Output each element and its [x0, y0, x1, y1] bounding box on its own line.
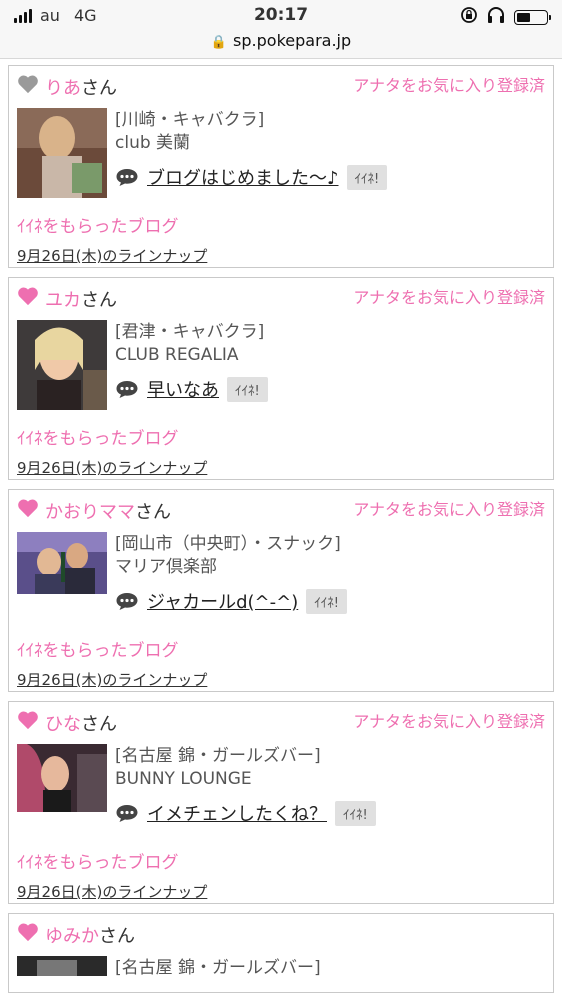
shop-name[interactable]: club 美蘭 — [115, 132, 545, 154]
girl-photo[interactable] — [17, 532, 107, 594]
blog-feed: りあさん アナタをお気に入り登録済 [川崎・キャバクラ] club 美蘭 ブログ… — [0, 59, 562, 1001]
favorite-status: アナタをお気に入り登録済 — [353, 288, 545, 307]
blog-title-link[interactable]: 早いなあ — [147, 376, 219, 402]
girl-photo[interactable] — [17, 320, 107, 410]
blog-title-link[interactable]: ジャカールd(^-^) — [147, 588, 298, 614]
lock-icon: 🔒 — [210, 35, 228, 50]
battery-icon — [514, 9, 551, 25]
heart-icon[interactable] — [17, 498, 39, 518]
girl-card: ゆみかさん [名古屋 錦・ガールズバー] — [8, 913, 554, 993]
rotation-lock-icon — [460, 6, 478, 28]
girl-card: かおりママさん アナタをお気に入り登録済 [岡山市（中央町）・スナック] マリア… — [8, 489, 554, 692]
girl-card: りあさん アナタをお気に入り登録済 [川崎・キャバクラ] club 美蘭 ブログ… — [8, 65, 554, 268]
heart-icon[interactable] — [17, 922, 39, 942]
liked-blog-link[interactable]: ｲｲﾈをもらったブログ — [17, 424, 545, 449]
liked-blog-link[interactable]: ｲｲﾈをもらったブログ — [17, 212, 545, 237]
girl-name[interactable]: ユカさん — [45, 286, 117, 312]
girl-name[interactable]: ゆみかさん — [45, 922, 135, 948]
blog-title-link[interactable]: ブログはじめました〜♪ — [147, 164, 339, 190]
liked-blog-link[interactable]: ｲｲﾈをもらったブログ — [17, 636, 545, 661]
lineup-link[interactable]: 9月26日(木)のラインナップ — [17, 881, 545, 902]
lineup-link[interactable]: 9月26日(木)のラインナップ — [17, 245, 545, 266]
shop-area: [名古屋 錦・ガールズバー] — [115, 746, 321, 766]
girl-name[interactable]: かおりママさん — [45, 498, 171, 524]
lineup-link[interactable]: 9月26日(木)のラインナップ — [17, 669, 545, 690]
favorite-status: アナタをお気に入り登録済 — [353, 500, 545, 519]
speech-bubble-icon — [116, 805, 138, 822]
iine-button[interactable]: ｲｲﾈ! — [306, 588, 347, 614]
blog-title-link[interactable]: イメチェンしたくね？ — [147, 800, 327, 826]
speech-bubble-icon — [116, 593, 138, 610]
heart-icon[interactable] — [17, 710, 39, 730]
girl-name[interactable]: ひなさん — [45, 710, 117, 736]
girl-photo[interactable] — [17, 108, 107, 198]
girl-name[interactable]: りあさん — [45, 74, 117, 100]
shop-area: [川崎・キャバクラ] — [115, 110, 265, 130]
shop-area: [岡山市（中央町）・スナック] — [115, 534, 341, 554]
favorite-status: アナタをお気に入り登録済 — [353, 712, 545, 731]
status-bar: au 4G 20:17 — [0, 0, 562, 30]
lineup-link[interactable]: 9月26日(木)のラインナップ — [17, 457, 545, 478]
shop-name[interactable]: BUNNY LOUNGE — [115, 768, 545, 790]
url-text: sp.pokepara.jp — [233, 31, 352, 50]
speech-bubble-icon — [116, 381, 138, 398]
iine-button[interactable]: ｲｲﾈ! — [346, 164, 388, 190]
girl-card: ひなさん アナタをお気に入り登録済 [名古屋 錦・ガールズバー] BUNNY L… — [8, 701, 554, 904]
shop-name[interactable]: マリア倶楽部 — [115, 556, 545, 578]
girl-photo[interactable] — [17, 744, 107, 812]
shop-area: [名古屋 錦・ガールズバー] — [115, 958, 321, 978]
shop-area: [君津・キャバクラ] — [115, 322, 265, 342]
girl-card: ユカさん アナタをお気に入り登録済 [君津・キャバクラ] CLUB REGALI… — [8, 277, 554, 480]
heart-icon[interactable] — [17, 286, 39, 306]
speech-bubble-icon — [116, 169, 138, 186]
liked-blog-link[interactable]: ｲｲﾈをもらったブログ — [17, 848, 545, 873]
heart-icon[interactable] — [17, 74, 39, 94]
favorite-status: アナタをお気に入り登録済 — [353, 76, 545, 95]
shop-name[interactable]: CLUB REGALIA — [115, 344, 545, 366]
iine-button[interactable]: ｲｲﾈ! — [335, 800, 376, 826]
iine-button[interactable]: ｲｲﾈ! — [227, 376, 268, 402]
address-bar[interactable]: 🔒 sp.pokepara.jp — [0, 30, 562, 59]
girl-photo[interactable] — [17, 956, 107, 976]
headphones-icon — [486, 6, 506, 28]
